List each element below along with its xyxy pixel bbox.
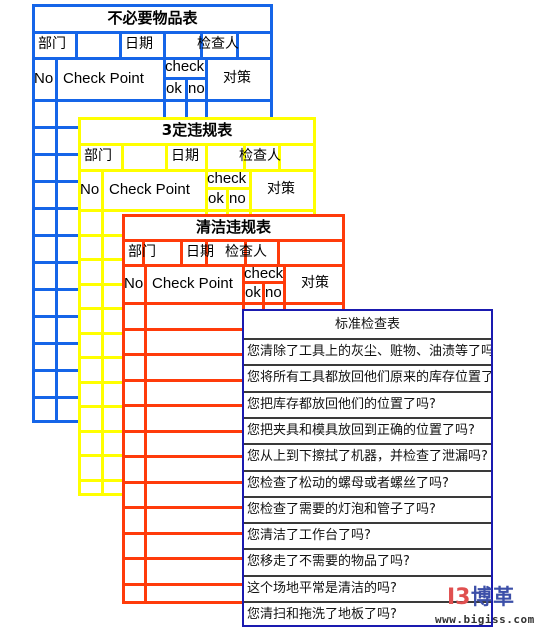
check-point-header: Check Point	[109, 181, 190, 198]
logo-mark-icon: I3	[447, 585, 471, 610]
check-point-header: Check Point	[152, 275, 233, 292]
countermeasure-header: 对策	[301, 275, 329, 291]
dept-label: 部门	[84, 148, 112, 164]
sheet-title: 不必要物品表	[107, 9, 198, 27]
checklist-item: 您检查了需要的灯泡和管子了吗?	[244, 495, 491, 522]
grid-line	[163, 31, 166, 57]
grid-line	[32, 4, 35, 423]
ok-header: ok	[245, 284, 261, 301]
checklist-item: 您清洁了工作台了吗?	[244, 522, 491, 548]
check-point-header: Check Point	[63, 70, 144, 87]
grid-line	[78, 209, 316, 212]
date-label: 日期	[186, 244, 214, 260]
inspector-label: 检查人	[225, 244, 267, 260]
sheet-title: 清洁违规表	[195, 218, 271, 236]
grid-line	[180, 239, 183, 264]
no-check-header: no	[188, 80, 205, 97]
no-check-header: no	[229, 190, 246, 207]
checklist-item: 您检查了松动的螺母或者螺丝了吗?	[244, 469, 491, 496]
logo-url: www.bigiss.com	[435, 613, 535, 626]
standard-checklist-title: 标准检查表	[334, 317, 400, 332]
grid-line	[78, 169, 316, 172]
grid-line	[119, 31, 122, 57]
sheet-title: 3定违规表	[161, 121, 233, 139]
checklist-item: 您把夹具和模具放回到正确的位置了吗?	[244, 416, 491, 443]
grid-line	[144, 264, 147, 604]
no-header: No	[80, 181, 100, 198]
grid-line	[32, 57, 273, 60]
check-header: check	[207, 170, 247, 187]
grid-line	[78, 117, 316, 120]
no-header: No	[34, 70, 54, 87]
checklist-item: 您从上到下擦拭了机器，并检查了泄漏吗?	[244, 443, 491, 469]
dept-label: 部门	[128, 244, 156, 260]
grid-line	[75, 31, 78, 57]
date-label: 日期	[171, 148, 199, 164]
inspector-label: 检查人	[197, 36, 239, 52]
standard-checklist: 标准检查表 您清除了工具上的灰尘、赃物、油渍等了吗? 您将所有工具都放回他们原来的…	[242, 309, 493, 627]
ok-header: ok	[208, 190, 224, 207]
grid-line	[122, 302, 345, 305]
dept-label: 部门	[38, 36, 66, 52]
check-header: check	[244, 265, 284, 282]
inspector-label: 检查人	[239, 148, 281, 164]
grid-line	[122, 264, 345, 267]
checklist-item: 您清除了工具上的灰尘、赃物、油渍等了吗?	[244, 338, 491, 364]
countermeasure-header: 对策	[267, 181, 295, 197]
grid-line	[277, 239, 280, 264]
check-header: check	[165, 58, 205, 75]
grid-line	[121, 143, 124, 169]
logo: I3 博革 www.bigiss.com	[435, 585, 540, 629]
checklist-item: 您移走了不需要的物品了吗?	[244, 548, 491, 574]
checklist-item: 您把库存都放回他们的位置了吗?	[244, 390, 491, 417]
grid-line	[122, 214, 345, 217]
ok-header: ok	[166, 80, 182, 97]
no-header: No	[124, 275, 144, 292]
date-label: 日期	[125, 36, 153, 52]
grid-line	[122, 214, 125, 604]
grid-line	[205, 143, 208, 169]
grid-line	[32, 4, 273, 7]
grid-line	[32, 99, 273, 102]
countermeasure-header: 对策	[223, 70, 251, 86]
no-check-header: no	[265, 284, 282, 301]
grid-line	[122, 239, 345, 242]
logo-name: 博革	[471, 585, 515, 609]
checklist-item: 您将所有工具都放回他们原来的库存位置了吗?	[244, 364, 491, 390]
grid-line	[165, 143, 168, 169]
